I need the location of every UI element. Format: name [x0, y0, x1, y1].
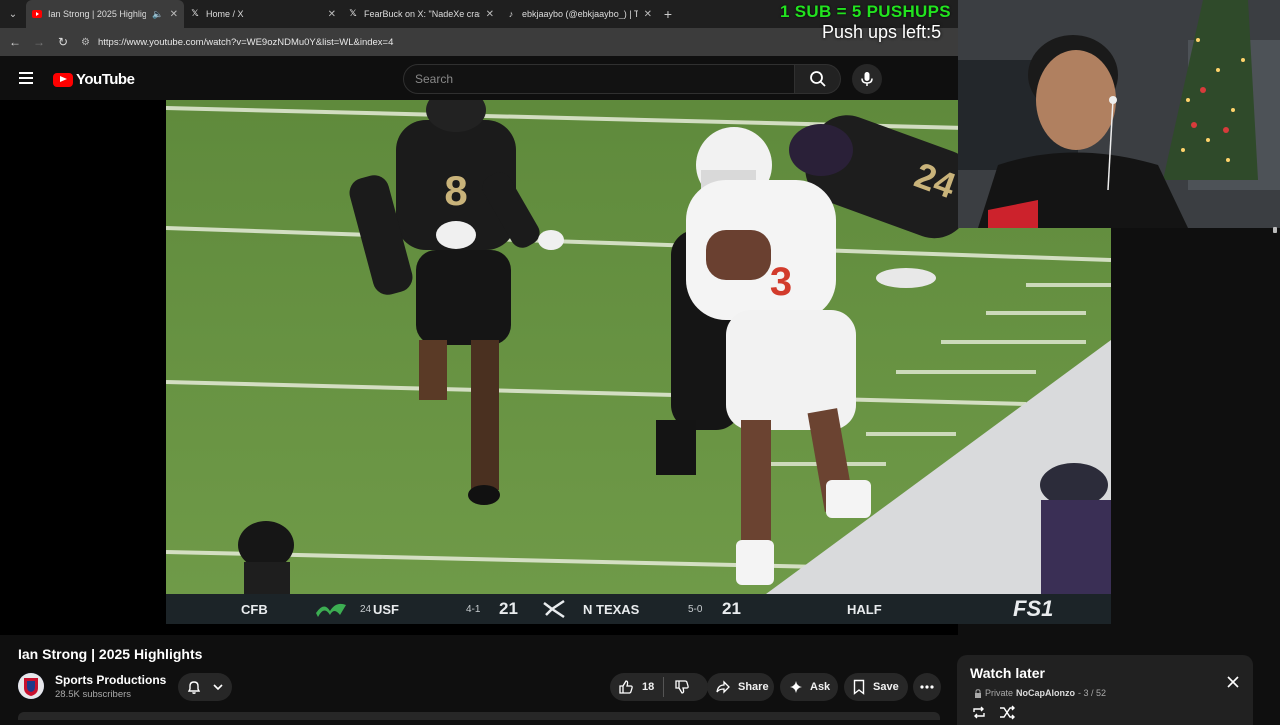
home-rank: 24	[360, 603, 372, 615]
network-logo: FS1	[1013, 596, 1054, 621]
league-label: CFB	[241, 601, 268, 617]
youtube-play-icon	[53, 72, 73, 87]
dislike-button[interactable]	[674, 679, 690, 695]
ask-button[interactable]: Ask	[780, 673, 838, 701]
microphone-icon	[861, 72, 873, 86]
search-placeholder: Search	[415, 72, 454, 86]
watch-later-meta: Private NoCapAlonzo - 3 / 52	[974, 688, 1106, 698]
tab-search-button[interactable]: ⌄	[0, 0, 26, 28]
bookmark-icon	[853, 679, 865, 695]
pushups-left-overlay: Push ups left:5	[822, 22, 942, 42]
unt-logo	[542, 594, 566, 624]
chevron-down-icon	[213, 684, 223, 691]
like-count: 18	[642, 681, 655, 693]
away-record: 5-0	[688, 603, 703, 615]
close-tab-icon[interactable]: ✕	[644, 9, 652, 20]
game-period: HALF	[847, 601, 882, 617]
speaker-icon[interactable]: 🔈	[152, 9, 163, 20]
away-score: 21	[722, 599, 741, 618]
like-divider	[663, 677, 665, 697]
svg-text:3: 3	[770, 260, 792, 304]
loop-icon[interactable]	[971, 705, 987, 725]
close-icon[interactable]	[1225, 674, 1241, 690]
tab-title: FearBuck on X: "NadeXe crashe	[364, 9, 480, 19]
close-tab-icon[interactable]: ✕	[170, 9, 178, 20]
save-label: Save	[873, 681, 899, 693]
description-box[interactable]	[18, 712, 940, 720]
forward-arrow-icon[interactable]: →	[27, 35, 51, 49]
youtube-logo[interactable]: YouTube	[53, 71, 135, 88]
lock-icon	[975, 688, 981, 698]
youtube-wordmark: YouTube	[76, 71, 135, 88]
more-horizontal-icon	[920, 685, 934, 689]
close-tab-icon[interactable]: ✕	[328, 9, 336, 20]
channel-avatar[interactable]	[18, 673, 44, 699]
home-score: 21	[499, 599, 518, 618]
thumbs-down-icon	[675, 680, 690, 694]
bell-icon	[187, 681, 201, 694]
reload-icon[interactable]: ↻	[51, 35, 75, 49]
like-button[interactable]: 18	[618, 679, 654, 695]
privacy-label: Private	[985, 688, 1014, 698]
x-icon: 𝕏	[191, 9, 199, 19]
ask-label: Ask	[810, 681, 831, 693]
away-team: N TEXAS	[583, 601, 640, 617]
youtube-icon	[32, 9, 42, 19]
tiktok-icon: ♪	[508, 9, 514, 19]
more-actions-button[interactable]	[913, 673, 941, 701]
watch-later-title[interactable]: Watch later	[970, 665, 1045, 681]
sparkle-icon	[790, 681, 802, 693]
search-icon	[809, 71, 826, 87]
webcam-feed	[958, 0, 1280, 228]
address-bar[interactable]: ⚙ https://www.youtube.com/watch?v=WE9ozN…	[81, 37, 393, 48]
back-arrow-icon[interactable]: ←	[3, 35, 27, 49]
close-tab-icon[interactable]: ✕	[486, 9, 494, 20]
like-dislike-group: 18	[610, 673, 708, 701]
channel-subscribers: 28.5K subscribers	[55, 689, 132, 700]
shuffle-icon[interactable]	[999, 705, 1015, 725]
svg-text:8: 8	[444, 167, 467, 214]
browser-tab-x-post[interactable]: 𝕏 FearBuck on X: "NadeXe crashe ✕	[342, 0, 500, 28]
search-button[interactable]	[795, 64, 841, 94]
home-record: 4-1	[466, 603, 481, 615]
sub-goal-overlay: 1 SUB = 5 PUSHUPS	[780, 2, 951, 21]
browser-tab-x-home[interactable]: 𝕏 Home / X ✕	[184, 0, 342, 28]
save-button[interactable]: Save	[844, 673, 908, 701]
menu-icon[interactable]	[19, 72, 33, 84]
tab-title: ebkjaaybo (@ebkjaaybo_) | Tik	[522, 9, 638, 19]
x-icon: 𝕏	[349, 9, 357, 19]
tab-title: Ian Strong | 2025 Highlights	[48, 9, 147, 19]
url-text[interactable]: https://www.youtube.com/watch?v=WE9ozNDM…	[98, 37, 393, 48]
usf-logo	[314, 594, 348, 624]
voice-search-button[interactable]	[852, 64, 882, 94]
thumbs-up-icon	[619, 680, 633, 694]
share-label: Share	[738, 681, 769, 693]
video-title: Ian Strong | 2025 Highlights	[18, 646, 203, 662]
channel-name[interactable]: Sports Productions	[55, 673, 166, 687]
browser-tab-youtube[interactable]: Ian Strong | 2025 Highlights 🔈 ✕	[26, 0, 184, 28]
share-icon	[716, 680, 730, 694]
home-team: USF	[373, 601, 399, 617]
browser-tab-tiktok[interactable]: ♪ ebkjaaybo (@ebkjaaybo_) | Tik ✕	[500, 0, 658, 28]
new-tab-button[interactable]: +	[658, 6, 678, 22]
share-button[interactable]: Share	[707, 673, 774, 701]
playlist-owner[interactable]: NoCapAlonzo	[1016, 688, 1075, 698]
scrollbar-thumb[interactable]	[1273, 227, 1277, 233]
subscription-bell-button[interactable]	[178, 673, 232, 701]
address-bar-row: ← → ↻ ⚙ https://www.youtube.com/watch?v=…	[0, 28, 958, 56]
site-settings-icon[interactable]: ⚙	[81, 37, 90, 48]
tab-title: Home / X	[206, 9, 244, 19]
search-input[interactable]: Search	[403, 64, 795, 94]
playlist-position: - 3 / 52	[1078, 688, 1107, 698]
scorebug: CFB 24 USF 4-1 21 N TEXAS 5-0 21 HALF FS…	[166, 594, 1111, 624]
